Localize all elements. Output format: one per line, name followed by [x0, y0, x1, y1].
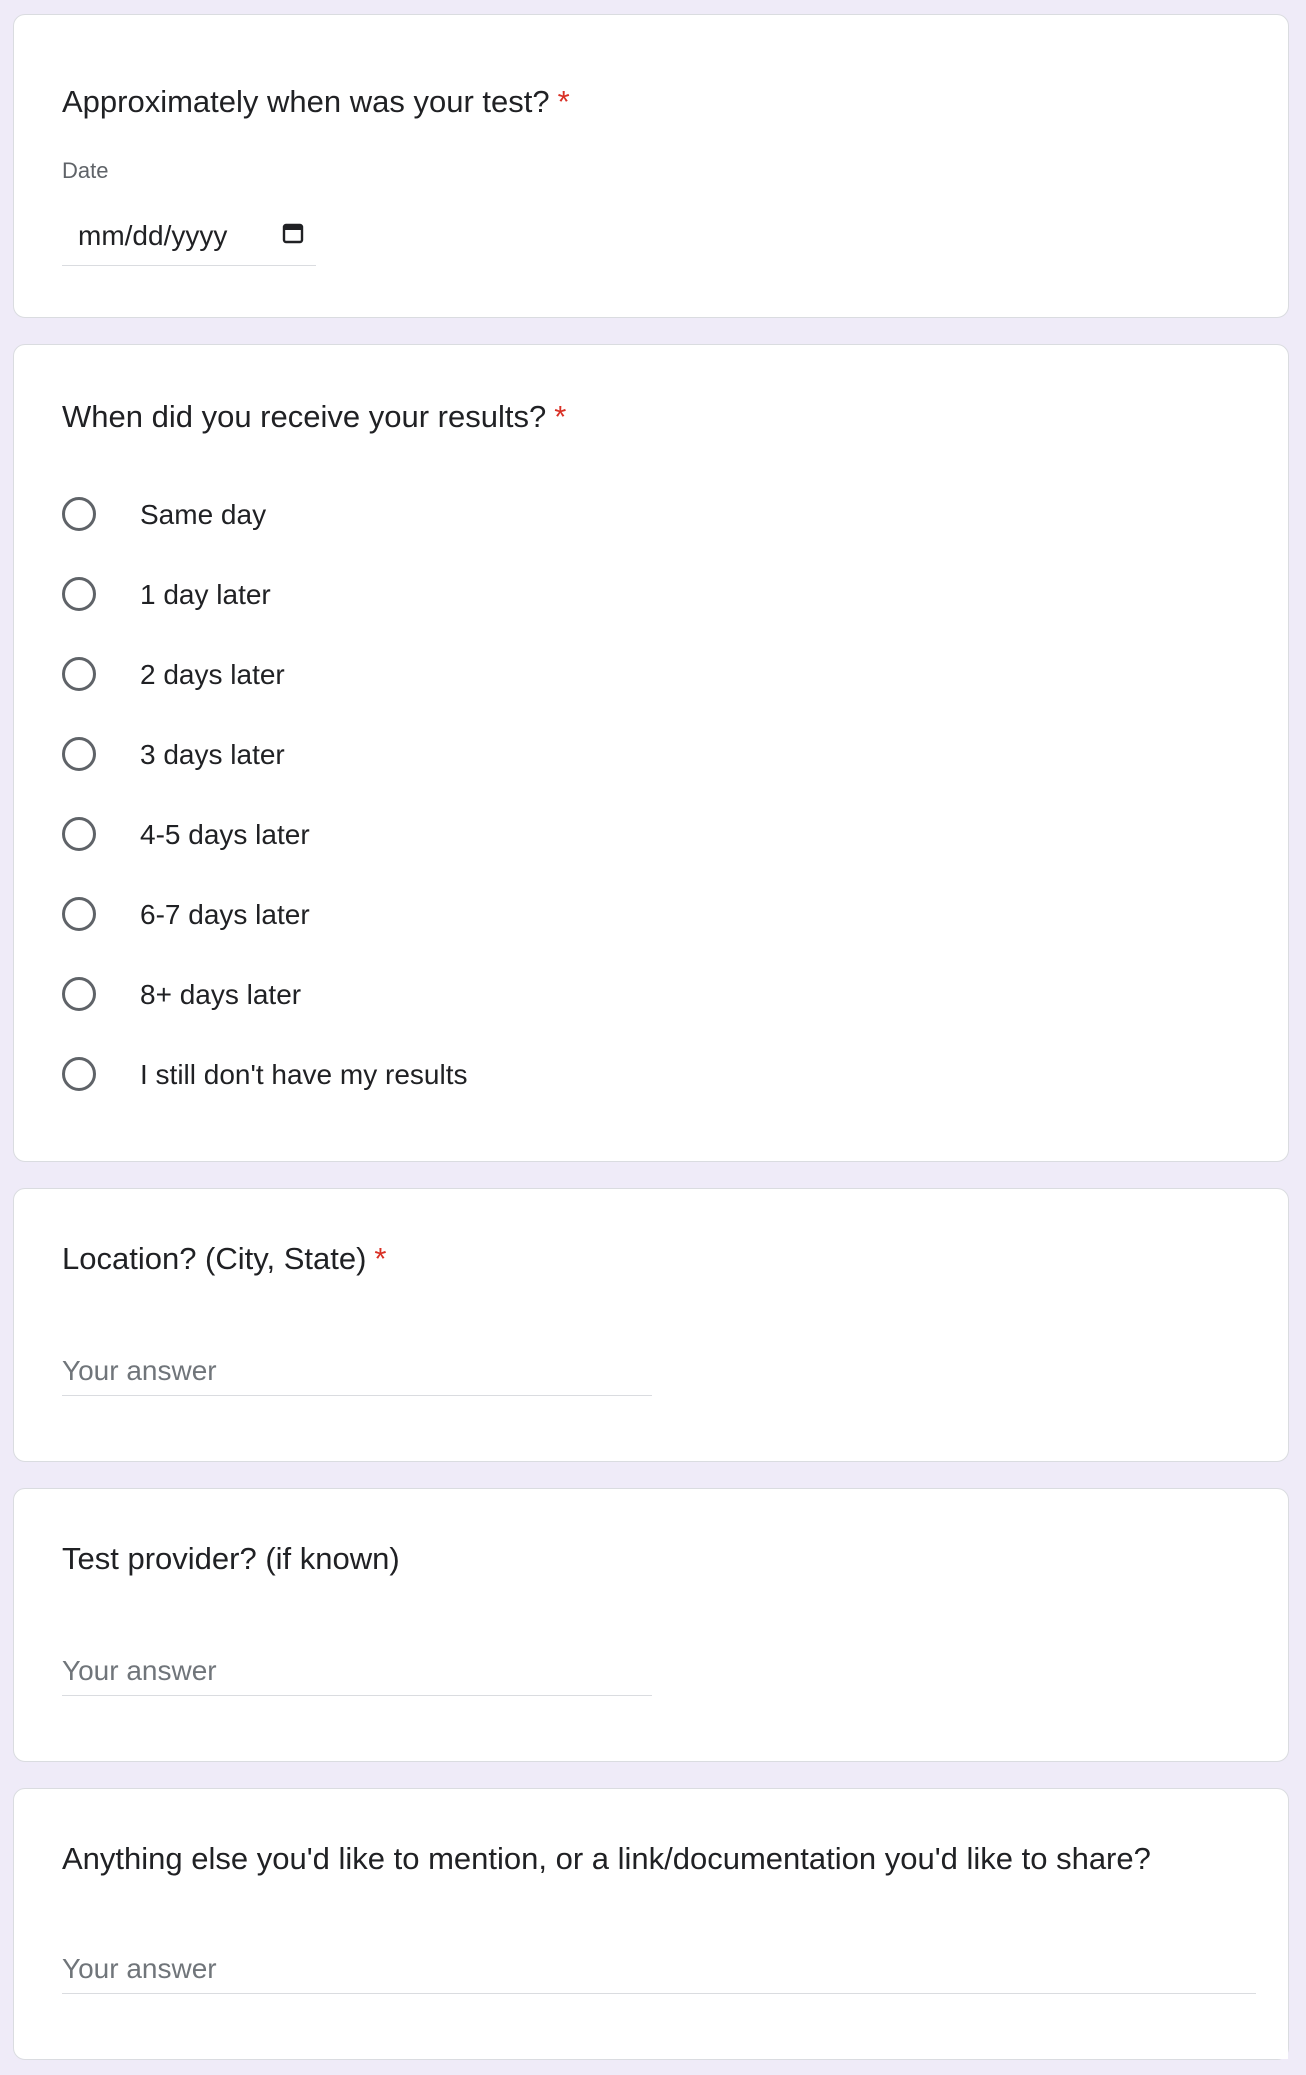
page-corner-fold	[1248, 2029, 1288, 2059]
radio-option[interactable]: 2 days later	[62, 653, 662, 701]
radio-option[interactable]: 6-7 days later	[62, 893, 662, 941]
radio-option-label: 2 days later	[140, 659, 285, 690]
radio-button[interactable]	[62, 1057, 96, 1091]
radio-option[interactable]: 3 days later	[62, 733, 662, 781]
question-title: Approximately when was your test? *	[62, 82, 570, 122]
question-title: When did you receive your results? *	[62, 397, 566, 437]
calendar-icon[interactable]	[282, 222, 304, 244]
question-title: Anything else you'd like to mention, or …	[62, 1839, 1151, 1879]
radio-option[interactable]: 1 day later	[62, 573, 662, 621]
question-title-text: Anything else you'd like to mention, or …	[62, 1841, 1151, 1876]
question-title-text: When did you receive your results?	[62, 399, 547, 434]
question-title: Location? (City, State) *	[62, 1239, 386, 1279]
question-card-results-timing: When did you receive your results? * Same…	[13, 344, 1289, 1162]
question-card-test-date: Approximately when was your test? * Date …	[13, 14, 1289, 318]
radio-button[interactable]	[62, 897, 96, 931]
radio-option[interactable]: 8+ days later	[62, 973, 662, 1021]
question-title-text: Test provider? (if known)	[62, 1541, 400, 1576]
radio-button[interactable]	[62, 497, 96, 531]
radio-button[interactable]	[62, 817, 96, 851]
radio-option[interactable]: 4-5 days later	[62, 813, 662, 861]
date-placeholder: mm/dd/yyyy	[78, 220, 228, 251]
radio-option-label: I still don't have my results	[140, 1059, 468, 1090]
radio-option-label: 6-7 days later	[140, 899, 310, 930]
radio-option-label: 3 days later	[140, 739, 285, 770]
radio-option-label: 4-5 days later	[140, 819, 310, 850]
question-title: Test provider? (if known)	[62, 1539, 400, 1579]
radio-button[interactable]	[62, 657, 96, 691]
anything-else-input[interactable]	[62, 1944, 1256, 1994]
radio-option[interactable]: Same day	[62, 493, 662, 541]
radio-option[interactable]: I still don't have my results	[62, 1053, 662, 1101]
question-title-text: Location? (City, State)	[62, 1241, 367, 1276]
date-input[interactable]: mm/dd/yyyy	[62, 210, 316, 266]
radio-button[interactable]	[62, 737, 96, 771]
radio-option-label: 1 day later	[140, 579, 271, 610]
required-asterisk: *	[374, 1241, 387, 1276]
date-field-label: Date	[62, 158, 109, 183]
radio-option-label: 8+ days later	[140, 979, 302, 1010]
radio-option-label: Same day	[140, 499, 267, 530]
provider-input[interactable]	[62, 1646, 652, 1696]
radio-button[interactable]	[62, 577, 96, 611]
question-card-provider: Test provider? (if known)	[13, 1488, 1289, 1762]
required-asterisk: *	[554, 399, 567, 434]
question-card-location: Location? (City, State) *	[13, 1188, 1289, 1462]
required-asterisk: *	[557, 84, 570, 119]
radio-button[interactable]	[62, 977, 96, 1011]
question-card-anything-else: Anything else you'd like to mention, or …	[13, 1788, 1289, 2060]
location-input[interactable]	[62, 1346, 652, 1396]
question-title-text: Approximately when was your test?	[62, 84, 550, 119]
